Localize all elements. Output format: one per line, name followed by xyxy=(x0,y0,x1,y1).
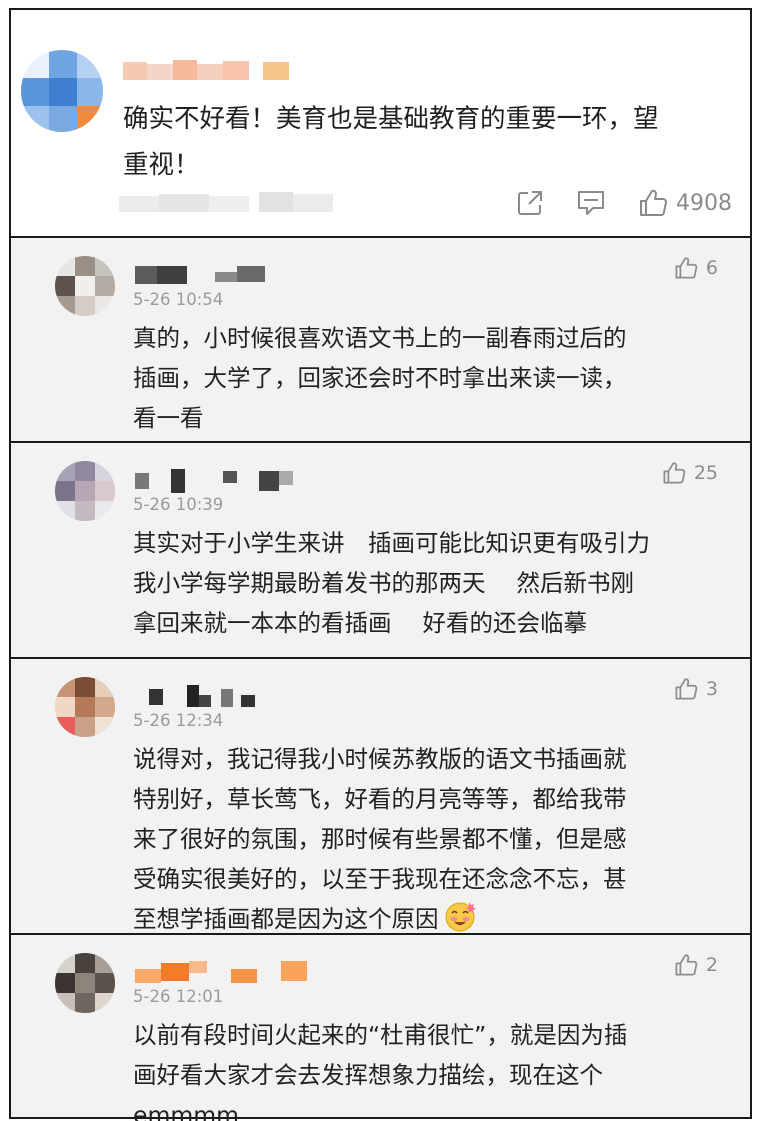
username-blurred[interactable] xyxy=(135,961,307,983)
like-count: 2 xyxy=(705,954,718,976)
reply-text-line: 插画，大学了，回家还会时不时拿出来读一读， xyxy=(133,364,627,392)
comment-text-line: 重视！ xyxy=(123,150,200,180)
comment-thread: 确实不好看！美育也是基础教育的重要一环，望 重视！ 4908 5-26 10:5… xyxy=(9,8,752,1121)
reply-text-line: 其实对于小学生来讲 插画可能比知识更有吸引力 xyxy=(133,529,650,557)
reply-text-line: 我小学每学期最盼着发书的那两天 然后新书刚 xyxy=(133,569,634,597)
reply-timestamp: 5-26 10:54 xyxy=(133,290,224,309)
smiling-emoji-icon xyxy=(445,902,476,932)
like-button[interactable]: 25 xyxy=(662,461,718,485)
thumbs-up-icon xyxy=(640,189,667,216)
comment-text: 确实不好看！美育也是基础教育的重要一环，望 重视！ xyxy=(123,96,733,188)
avatar[interactable] xyxy=(55,953,115,1013)
reply-timestamp: 5-26 12:01 xyxy=(133,987,224,1006)
thumbs-up-icon xyxy=(675,954,698,976)
comment-text-line: 确实不好看！美育也是基础教育的重要一环，望 xyxy=(123,104,659,134)
thumbs-up-icon xyxy=(675,678,698,700)
reply-text-line: 真的，小时候很喜欢语文书上的一副春雨过后的 xyxy=(133,324,627,352)
blurred-avatar-image xyxy=(55,953,115,1013)
reply-text-line: emmmm xyxy=(133,1101,240,1121)
thumbs-up-icon xyxy=(675,257,698,279)
like-count: 3 xyxy=(705,678,718,700)
username-blurred[interactable] xyxy=(135,469,295,493)
reply-text-line: 受确实很美好的，以至于我现在还念念不忘，甚 xyxy=(133,865,627,893)
comment-actions: 4908 xyxy=(484,186,732,220)
comment-meta-blurred xyxy=(119,190,339,216)
share-icon xyxy=(518,191,542,215)
avatar[interactable] xyxy=(55,677,115,737)
reply-text-line: 至想学插画都是因为这个原因 xyxy=(133,899,723,939)
reply-item: 5-26 12:01 2 以前有段时间火起来的“杜甫很忙”，就是因为插 画好看大… xyxy=(11,935,750,1121)
reply-text: 其实对于小学生来讲 插画可能比知识更有吸引力 我小学每学期最盼着发书的那两天 然… xyxy=(133,523,723,643)
username-blurred[interactable] xyxy=(123,58,293,84)
like-button[interactable]: 4908 xyxy=(638,188,732,218)
blurred-avatar-image xyxy=(21,50,103,132)
reply-text-line: 说得对，我记得我小时候苏教版的语文书插画就 xyxy=(133,745,627,773)
reply-text-segment: 至想学插画都是因为这个原因 xyxy=(133,905,439,933)
username-blurred[interactable] xyxy=(135,685,295,707)
reply-item: 5-26 10:39 25 其实对于小学生来讲 插画可能比知识更有吸引力 我小学… xyxy=(11,443,750,659)
thumbs-up-icon xyxy=(663,462,686,484)
reply-item: 5-26 12:34 3 说得对，我记得我小时候苏教版的语文书插画就 特别好，草… xyxy=(11,659,750,935)
like-button[interactable]: 3 xyxy=(674,677,718,701)
reply-timestamp: 5-26 12:34 xyxy=(133,711,224,730)
reply-item: 5-26 10:54 6 真的，小时候很喜欢语文书上的一副春雨过后的 插画，大学… xyxy=(11,238,750,443)
avatar[interactable] xyxy=(21,50,103,132)
comment-icon xyxy=(578,191,604,215)
reply-text-line: 拿回来就一本本的看插画 好看的还会临摹 xyxy=(133,609,587,637)
reply-text-line: 来了很好的氛围，那时候有些景都不懂，但是感 xyxy=(133,825,627,853)
share-button[interactable] xyxy=(516,189,544,217)
reply-text-line: 看一看 xyxy=(133,404,204,432)
blurred-avatar-image xyxy=(55,256,115,316)
like-button[interactable]: 6 xyxy=(674,256,718,280)
main-comment: 确实不好看！美育也是基础教育的重要一环，望 重视！ 4908 xyxy=(11,10,750,238)
like-count: 4908 xyxy=(676,190,732,216)
like-count: 6 xyxy=(705,257,718,279)
reply-text-line: 画好看大家才会去发挥想象力描绘，现在这个 xyxy=(133,1061,603,1089)
comment-button[interactable] xyxy=(576,189,606,217)
reply-text: 说得对，我记得我小时候苏教版的语文书插画就 特别好，草长莺飞，好看的月亮等等，都… xyxy=(133,739,723,939)
avatar[interactable] xyxy=(55,256,115,316)
blurred-avatar-image xyxy=(55,461,115,521)
avatar[interactable] xyxy=(55,461,115,521)
reply-text-line: 特别好，草长莺飞，好看的月亮等等，都给我带 xyxy=(133,785,627,813)
like-count: 25 xyxy=(693,462,718,484)
reply-text: 以前有段时间火起来的“杜甫很忙”，就是因为插 画好看大家才会去发挥想象力描绘，现… xyxy=(133,1015,723,1121)
blurred-avatar-image xyxy=(55,677,115,737)
reply-timestamp: 5-26 10:39 xyxy=(133,495,224,514)
username-blurred[interactable] xyxy=(135,264,295,286)
reply-text: 真的，小时候很喜欢语文书上的一副春雨过后的 插画，大学了，回家还会时不时拿出来读… xyxy=(133,318,723,438)
reply-text-line: 以前有段时间火起来的“杜甫很忙”，就是因为插 xyxy=(133,1021,628,1049)
like-button[interactable]: 2 xyxy=(674,953,718,977)
